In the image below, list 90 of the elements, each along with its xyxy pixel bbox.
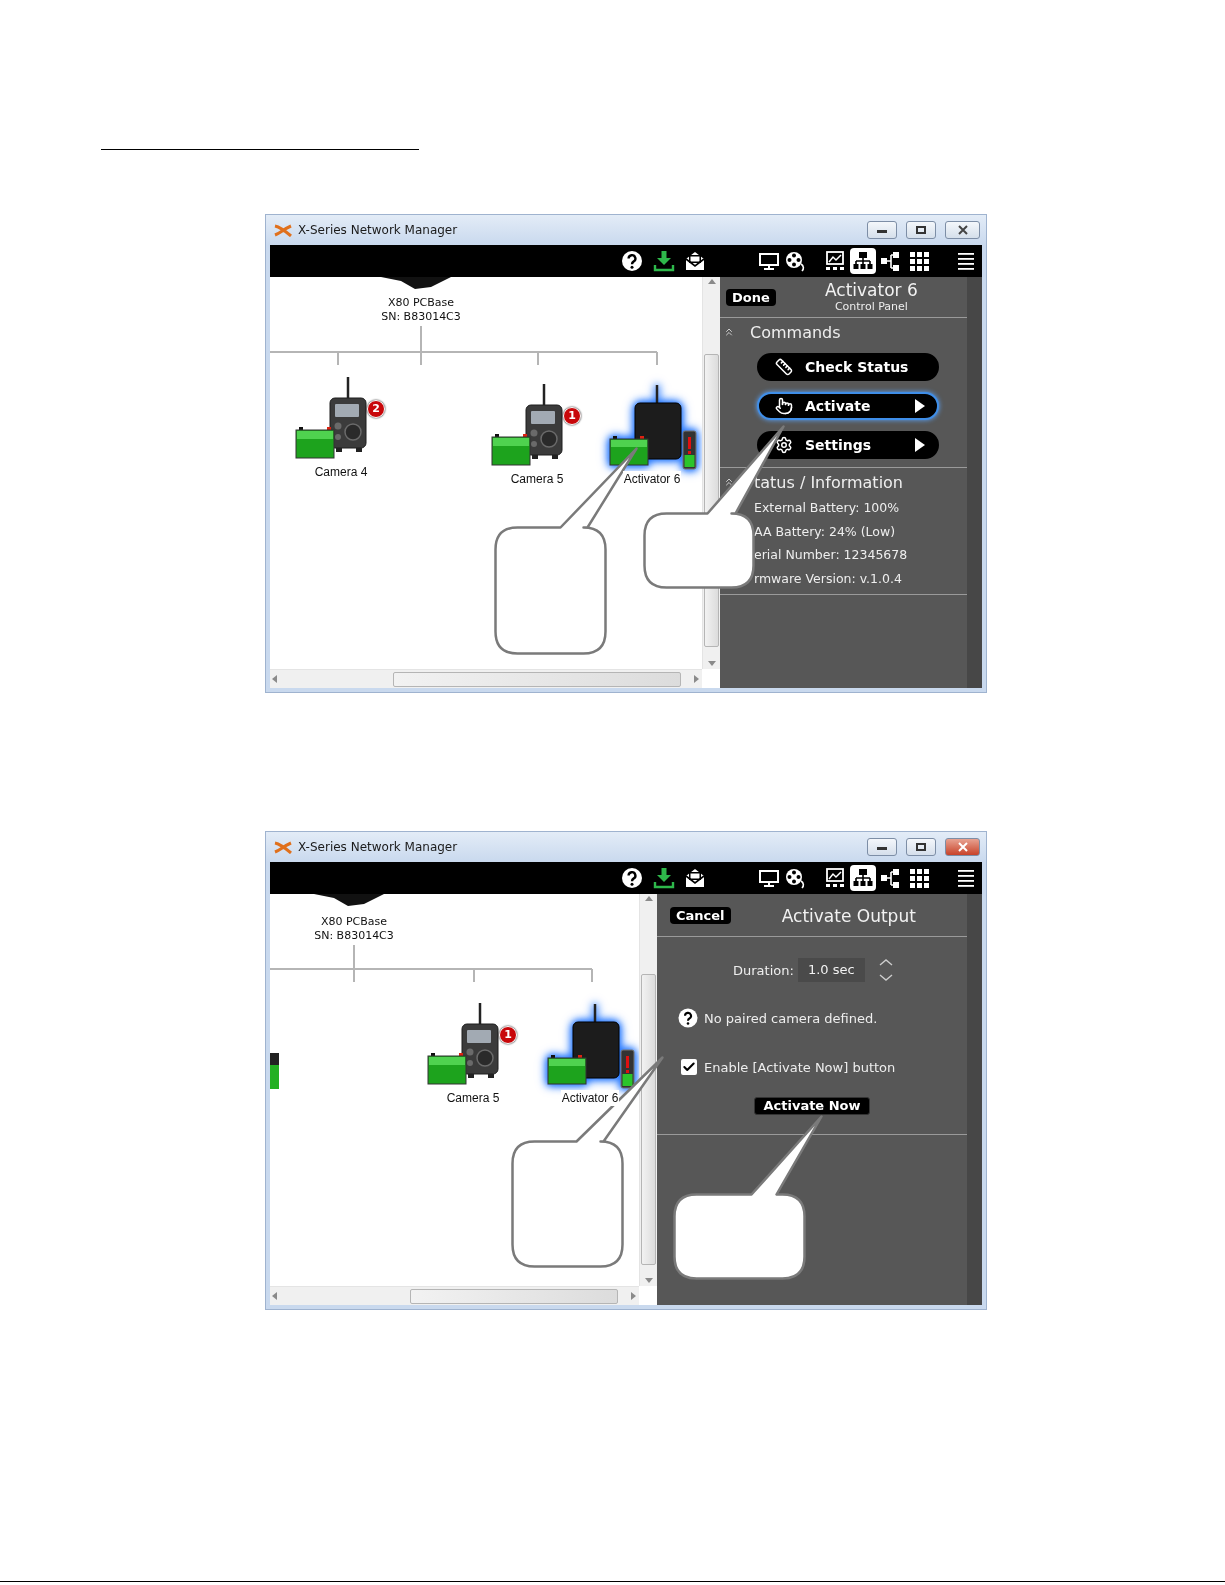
info-line: erial Number: 12345678 xyxy=(753,546,909,564)
cancel-button[interactable]: Cancel xyxy=(670,907,731,924)
toolbar-button[interactable] xyxy=(619,865,645,891)
monitor-icon xyxy=(758,250,780,272)
monitor-icon xyxy=(758,867,780,889)
pointer-icon xyxy=(775,397,793,415)
base-station-name: X80 PCBase xyxy=(319,915,389,929)
scrollbar-thumb[interactable] xyxy=(641,974,656,1265)
section-title: tatus / Information xyxy=(754,472,903,492)
film-reel-icon xyxy=(784,867,806,889)
help-icon xyxy=(678,1008,698,1028)
download-icon xyxy=(653,867,675,889)
minimize-icon xyxy=(877,844,887,850)
minimize-button[interactable] xyxy=(867,838,897,856)
toolbar-button[interactable] xyxy=(619,248,645,274)
notification-badge: 1 xyxy=(563,407,581,425)
info-line: External Battery: 100% xyxy=(753,499,901,517)
mail-icon xyxy=(684,867,706,889)
info-message: No paired camera defined. xyxy=(704,1010,878,1026)
toolbar-button[interactable] xyxy=(850,865,876,891)
tree-icon xyxy=(879,867,901,889)
command-button[interactable]: Activate xyxy=(757,392,939,420)
close-icon xyxy=(957,842,968,852)
device-label: Activator 6 xyxy=(560,1090,620,1106)
mail-icon xyxy=(684,250,706,272)
close-button[interactable] xyxy=(945,838,980,856)
scrollbar-thumb[interactable] xyxy=(410,1288,618,1304)
enable-checkbox[interactable] xyxy=(681,1059,697,1075)
section-title: Commands xyxy=(750,322,841,342)
toolbar-button[interactable] xyxy=(651,865,677,891)
command-button[interactable]: Check Status xyxy=(757,353,939,381)
help-icon xyxy=(621,250,643,272)
panel-title: Activate Output xyxy=(781,906,916,926)
grid-icon xyxy=(908,867,930,889)
base-station-icon xyxy=(314,894,384,906)
network-icon xyxy=(852,867,874,889)
grid-icon xyxy=(908,250,930,272)
horizontal-scrollbar[interactable] xyxy=(270,669,702,688)
base-station-name: X80 PCBase xyxy=(386,296,456,310)
done-button[interactable]: Done xyxy=(726,289,776,306)
scrollbar-thumb[interactable] xyxy=(393,671,681,687)
minimize-icon xyxy=(877,227,887,233)
minimize-button[interactable] xyxy=(867,221,897,239)
checkbox-label: Enable [Activate Now] button xyxy=(704,1059,896,1075)
chart-icon xyxy=(824,867,846,889)
menu-icon xyxy=(955,250,977,272)
maximize-button[interactable] xyxy=(906,838,936,856)
command-button[interactable]: Settings xyxy=(757,431,939,459)
toolbar-button[interactable] xyxy=(850,248,876,274)
duration-field[interactable]: 1.0 sec xyxy=(797,958,865,982)
submenu-arrow-icon xyxy=(915,399,925,413)
film-reel-icon xyxy=(784,250,806,272)
duration-label: Duration: xyxy=(733,962,794,978)
panel-subtitle: Control Panel xyxy=(834,300,908,313)
maximize-icon xyxy=(916,226,926,234)
close-icon xyxy=(957,225,968,235)
chart-icon xyxy=(824,250,846,272)
app-logo-icon xyxy=(274,840,292,854)
battery-icon xyxy=(270,1053,280,1089)
toolbar-button[interactable] xyxy=(651,248,677,274)
activate-now-button[interactable]: Activate Now xyxy=(754,1097,870,1115)
download-icon xyxy=(653,250,675,272)
tree-icon xyxy=(879,250,901,272)
close-button[interactable] xyxy=(945,221,980,239)
notification-badge: 1 xyxy=(499,1026,517,1044)
vertical-scrollbar[interactable] xyxy=(639,894,657,1286)
panel-title: Activator 6 xyxy=(825,280,918,300)
base-station-icon xyxy=(381,277,451,289)
submenu-arrow-icon xyxy=(915,438,925,452)
base-station-serial: SN: B83014C3 xyxy=(380,310,462,324)
gear-icon xyxy=(775,436,793,454)
info-line: rmware Version: v.1.0.4 xyxy=(753,569,903,588)
maximize-button[interactable] xyxy=(906,221,936,239)
spinner-icon[interactable] xyxy=(877,957,894,983)
window-title: X-Series Network Manager xyxy=(298,840,459,854)
help-icon xyxy=(621,867,643,889)
window-title: X-Series Network Manager xyxy=(298,223,459,237)
collapse-chevron-icon[interactable] xyxy=(723,326,735,338)
app-logo-icon xyxy=(274,223,292,237)
scroll-left-icon[interactable] xyxy=(270,674,280,684)
maximize-icon xyxy=(916,843,926,851)
horizontal-scrollbar[interactable] xyxy=(270,1286,639,1305)
ruler-icon xyxy=(775,358,793,376)
network-icon xyxy=(852,250,874,272)
collapse-chevron-icon[interactable] xyxy=(723,476,735,488)
scroll-left-icon[interactable] xyxy=(270,1291,280,1301)
base-station-serial: SN: B83014C3 xyxy=(313,929,395,943)
menu-icon xyxy=(955,867,977,889)
info-line: AA Battery: 24% (Low) xyxy=(753,522,897,541)
notification-badge: 2 xyxy=(367,400,385,418)
